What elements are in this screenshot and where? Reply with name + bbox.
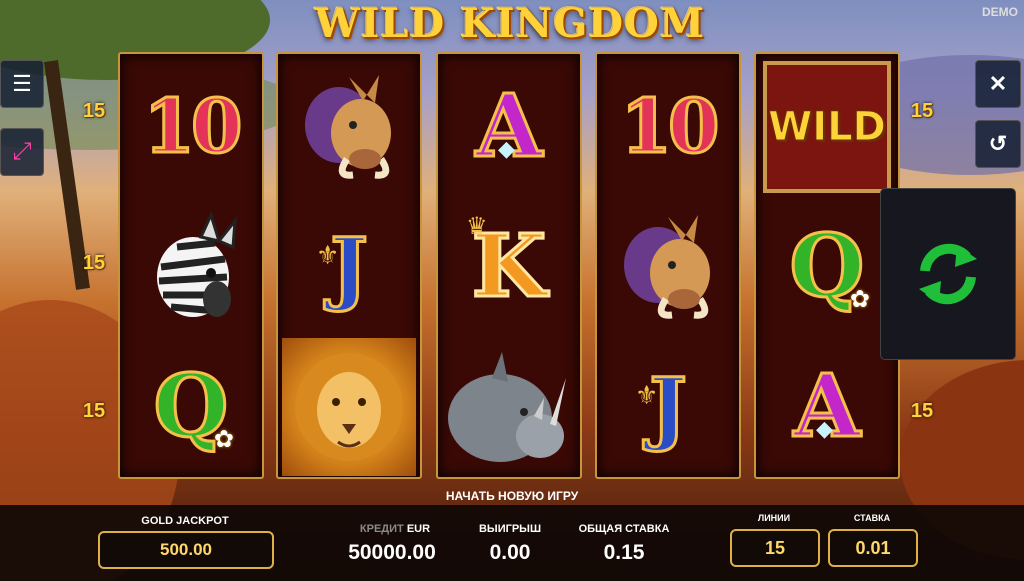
new-game-link[interactable]: НАЧАТЬ НОВУЮ ИГРУ [0,489,1024,503]
symbol-q: Q ✿ [124,338,258,476]
payline-number: 15 [82,100,106,122]
symbol-j: ⚜ J [601,338,735,476]
menu-icon: ☰ [12,71,32,96]
bottom-bar: GOLD JACKPOT 500.00 КРЕДИТ EUR 50000.00 … [0,505,1024,581]
lion-icon [295,353,403,461]
credit-value: 50000.00 [348,541,436,564]
zebra-icon [157,210,237,317]
ten-symbol-glyph: 10 [142,84,244,170]
diamond-icon: ◆ [498,136,515,161]
wild-symbol-text: WILD [768,104,887,151]
symbol-wild: WILD [760,58,894,196]
spin-arrows-icon [919,243,977,305]
symbol-ten: 10 [601,58,735,196]
payline-number: 15 [910,100,934,122]
menu-button[interactable]: ☰ [0,60,44,108]
symbol-zebra [124,198,258,336]
reel-3: A ◆ ♛ K [436,52,582,479]
win-label: ВЫИГРЫШ [478,523,541,535]
fleur-de-lis-icon: ⚜ [316,240,340,270]
crown-icon: ♛ [466,213,488,240]
lines-label: ЛИНИИ [757,513,791,523]
symbol-lion [282,338,416,476]
rhino-icon [448,352,566,462]
flower-icon: ✿ [213,426,234,453]
win-value: 0.00 [489,541,531,564]
credit-label: КРЕДИТ [359,523,404,535]
symbol-warthog [601,198,735,336]
wild-tile: WILD [763,61,891,193]
credit-currency: EUR [406,523,431,535]
symbol-ten: 10 [124,58,258,196]
lines-selector[interactable]: 15 [730,529,820,567]
bet-label: СТАВКА [853,513,891,523]
symbol-a: A ◆ [442,58,576,196]
history-button[interactable]: ↺ [975,120,1021,168]
history-icon: ↺ [988,131,1008,156]
ten-symbol-glyph: 10 [619,84,721,170]
demo-badge: DEMO [982,5,1018,19]
reel-1: 10 Q ✿ [118,52,264,479]
symbol-a: A ◆ [760,338,894,476]
warthog-icon [624,215,710,319]
payline-number: 15 [910,400,934,422]
total-bet-value: 0.15 [603,541,645,564]
jackpot-label: GOLD JACKPOT [141,515,229,527]
symbol-rhino [442,338,576,476]
symbol-j: ⚜ J [282,198,416,336]
total-bet-label: ОБЩАЯ СТАВКА [578,523,670,535]
bet-selector[interactable]: 0.01 [828,529,918,567]
game-title: WILD KINGDOM [314,0,706,47]
reel-4: 10 ⚜ J [595,52,741,479]
payline-number: 15 [82,400,106,422]
reel-5: WILD Q ✿ A ◆ [754,52,900,479]
diamond-icon: ◆ [816,416,833,441]
close-icon: ✕ [988,71,1008,96]
symbol-k: ♛ K [442,198,576,336]
lion-tile [282,338,416,476]
flower-icon: ✿ [849,286,870,313]
payline-number: 15 [82,252,106,274]
fleur-de-lis-icon: ⚜ [635,380,659,410]
reel-2: ⚜ J [276,52,422,479]
fullscreen-button[interactable]: ⤢ [0,128,44,176]
close-button[interactable]: ✕ [975,60,1021,108]
jackpot-value: 500.00 [98,531,274,569]
symbol-warthog [282,58,416,196]
fullscreen-icon: ⤢ [12,138,32,165]
symbol-q: Q ✿ [760,198,894,336]
spin-button[interactable] [880,188,1016,360]
credit-label-group: КРЕДИТ EUR [350,523,440,535]
warthog-icon [305,75,391,179]
